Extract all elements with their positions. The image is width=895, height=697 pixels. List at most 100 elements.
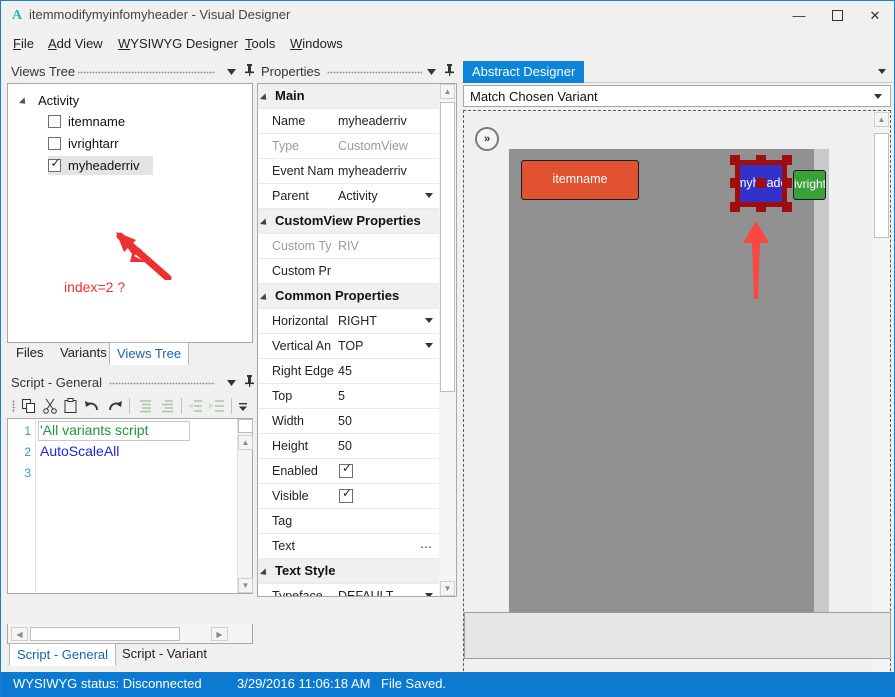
- resize-handle-se[interactable]: [782, 202, 792, 212]
- text-editor-button[interactable]: ⋯: [420, 540, 432, 554]
- chevron-down-icon[interactable]: [425, 343, 434, 350]
- properties-vertical-scrollbar[interactable]: ▲ ▼: [439, 84, 456, 596]
- property-group-customview[interactable]: CustomView Properties: [258, 209, 440, 234]
- selection-frame[interactable]: [730, 155, 792, 212]
- property-row-horizontal-anchor[interactable]: Horizontal RIGHT: [258, 309, 440, 334]
- scroll-down-button[interactable]: ▼: [238, 578, 253, 593]
- chevron-down-icon[interactable]: [223, 375, 239, 391]
- menu-windows[interactable]: Windows: [286, 34, 347, 53]
- property-value[interactable]: myheaderriv: [338, 114, 428, 128]
- resize-handle-w[interactable]: [730, 178, 740, 188]
- property-value[interactable]: RIGHT: [338, 314, 428, 328]
- collapse-triangle-icon[interactable]: [262, 568, 271, 577]
- scroll-left-button[interactable]: ◀: [11, 627, 28, 641]
- designer-canvas[interactable]: » itemname myheaderriv ivrightarr: [463, 110, 891, 697]
- property-row-height[interactable]: Height 50: [258, 434, 440, 459]
- menu-file[interactable]: File: [9, 34, 38, 53]
- collapse-triangle-icon[interactable]: [262, 293, 271, 302]
- scrollbar-thumb[interactable]: [440, 102, 455, 392]
- property-value[interactable]: 50: [338, 414, 428, 428]
- chevron-down-icon[interactable]: [425, 193, 434, 200]
- resize-handle-ne[interactable]: [782, 155, 792, 165]
- property-group-main[interactable]: Main: [258, 84, 440, 109]
- checkbox-myheaderriv[interactable]: [48, 156, 62, 172]
- redo-icon[interactable]: [105, 397, 124, 416]
- scrollbar-thumb[interactable]: [30, 627, 180, 641]
- chevron-down-icon[interactable]: [878, 69, 887, 76]
- paste-icon[interactable]: [62, 397, 81, 416]
- property-row-text[interactable]: Text ⋯: [258, 534, 440, 559]
- variant-select[interactable]: Match Chosen Variant: [463, 85, 891, 107]
- tab-abstract-designer[interactable]: Abstract Designer: [463, 61, 585, 83]
- chevron-down-icon[interactable]: [425, 593, 434, 596]
- resize-handle-sw[interactable]: [730, 202, 740, 212]
- property-row-typeface[interactable]: Typeface DEFAULT: [258, 584, 440, 596]
- property-value[interactable]: 50: [338, 439, 428, 453]
- property-value[interactable]: Activity: [338, 189, 428, 203]
- minimize-button[interactable]: —: [780, 1, 818, 30]
- collapse-triangle-icon[interactable]: [262, 218, 271, 227]
- expand-triangle-icon[interactable]: [20, 95, 32, 107]
- property-row-tag[interactable]: Tag: [258, 509, 440, 534]
- pin-icon[interactable]: [241, 64, 257, 80]
- canvas-viewport[interactable]: » itemname myheaderriv ivrightarr: [464, 111, 873, 697]
- scrollbar-thumb[interactable]: [238, 419, 253, 433]
- expand-right-double-icon[interactable]: »: [475, 127, 499, 151]
- property-row-name[interactable]: Name myheaderriv: [258, 109, 440, 134]
- property-row-width[interactable]: Width 50: [258, 409, 440, 434]
- tab-script-variant[interactable]: Script - Variant: [115, 643, 214, 666]
- script-editor[interactable]: 1 2 3 'All variants script AutoScaleAll …: [7, 418, 253, 594]
- resize-handle-nw[interactable]: [730, 155, 740, 165]
- toolbar-grip[interactable]: [12, 400, 15, 413]
- property-value[interactable]: DEFAULT: [338, 589, 428, 596]
- device-screen-area[interactable]: itemname myheaderriv ivrightarr: [509, 149, 826, 614]
- overflow-icon[interactable]: [236, 397, 255, 416]
- property-row-right-edge[interactable]: Right Edge 45: [258, 359, 440, 384]
- views-tree-body[interactable]: Activity itemname ivrightarr myheaderriv: [7, 83, 253, 343]
- pin-icon[interactable]: [441, 64, 457, 80]
- menu-wysiwyg-designer[interactable]: WYSIWYG Designer: [114, 34, 242, 53]
- checkbox-itemname[interactable]: [48, 115, 61, 128]
- property-value[interactable]: 45: [338, 364, 428, 378]
- maximize-button[interactable]: [818, 1, 856, 30]
- property-value[interactable]: myheaderriv: [338, 164, 428, 178]
- scrollbar-thumb[interactable]: [874, 133, 889, 238]
- menu-add-view[interactable]: Add View: [44, 34, 107, 53]
- scroll-up-button[interactable]: ▲: [238, 435, 253, 450]
- resize-handle-n[interactable]: [756, 155, 766, 165]
- copy-icon[interactable]: [20, 397, 39, 416]
- property-group-common[interactable]: Common Properties: [258, 284, 440, 309]
- visible-checkbox[interactable]: [339, 486, 354, 503]
- properties-grid[interactable]: Main Name myheaderriv Type CustomView Ev…: [257, 83, 457, 597]
- canvas-vertical-scrollbar[interactable]: ▲ ▼: [873, 111, 890, 697]
- chevron-down-icon[interactable]: [423, 64, 439, 80]
- checkbox-ivrightarr[interactable]: [48, 137, 61, 150]
- undo-icon[interactable]: [84, 397, 103, 416]
- chevron-down-icon[interactable]: [425, 318, 434, 325]
- close-button[interactable]: ✕: [856, 1, 894, 30]
- editor-vertical-scrollbar[interactable]: ▲ ▼: [237, 419, 253, 593]
- chevron-down-icon[interactable]: [874, 94, 883, 101]
- tab-views-tree[interactable]: Views Tree: [109, 342, 190, 365]
- property-row-custom-properties[interactable]: Custom Pr: [258, 259, 440, 284]
- tab-files[interactable]: Files: [9, 342, 50, 365]
- property-row-enabled[interactable]: Enabled: [258, 459, 440, 484]
- property-value[interactable]: 5: [338, 389, 428, 403]
- property-row-visible[interactable]: Visible: [258, 484, 440, 509]
- widget-ivrightarr[interactable]: ivrightarr: [793, 170, 826, 200]
- script-horizontal-scrollbar[interactable]: ◀ ▶: [7, 624, 253, 644]
- scroll-up-button[interactable]: ▲: [874, 112, 889, 127]
- resize-handle-s[interactable]: [756, 202, 766, 212]
- property-value[interactable]: TOP: [338, 339, 428, 353]
- collapse-triangle-icon[interactable]: [262, 93, 271, 102]
- pin-icon[interactable]: [241, 375, 257, 391]
- property-row-parent[interactable]: Parent Activity: [258, 184, 440, 209]
- resize-handle-e[interactable]: [782, 178, 792, 188]
- property-row-top[interactable]: Top 5: [258, 384, 440, 409]
- tab-script-general[interactable]: Script - General: [9, 643, 117, 666]
- chevron-down-icon[interactable]: [223, 64, 239, 80]
- scroll-right-button[interactable]: ▶: [211, 627, 228, 641]
- resize-handle-center[interactable]: [756, 178, 766, 188]
- scroll-down-button[interactable]: ▼: [440, 581, 455, 596]
- scroll-up-button[interactable]: ▲: [440, 84, 455, 99]
